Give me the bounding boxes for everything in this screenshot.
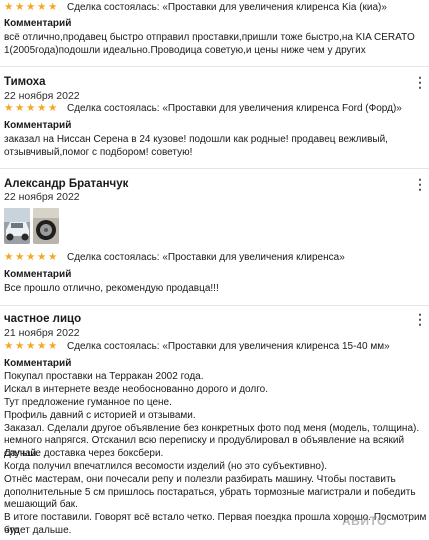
comment-title: Комментарий [4,269,72,280]
deal-text: Сделка состоялась: «Проставки для увелич… [67,251,345,263]
deal-line: ★ ★ ★ ★ ★ Сделка состоялась: «Проставки для … [4,102,402,114]
star-icon: ★ [37,1,47,13]
star-icon: ★ [48,340,58,352]
star-icon: ★ [48,102,58,114]
comment-title: Комментарий [4,18,72,29]
star-icon: ★ [4,340,14,352]
rating-stars: ★ ★ ★ ★ ★ [4,102,59,114]
comment-line: 1(2005года)подошли идеально.Прoводица со… [4,45,366,56]
rating-stars: ★ ★ ★ ★ ★ [4,340,59,352]
star-icon: ★ [4,1,14,13]
deal-line: ★ ★ ★ ★ ★ Сделка состоялась: «Проставки для … [4,340,390,352]
review-date: 22 ноября 2022 [4,90,80,102]
star-icon: ★ [37,251,47,263]
more-options-icon[interactable]: ⋮ [413,75,427,89]
comment-title: Комментарий [4,120,72,131]
star-icon: ★ [26,340,36,352]
comment-title: Комментарий [4,358,72,369]
star-icon: ★ [4,102,14,114]
comment-line: Покупал проставки на Терракан 2002 года. [4,371,204,382]
deal-text: Сделка состоялась: «Проставки для увелич… [67,1,387,13]
star-icon: ★ [15,102,25,114]
divider [0,168,429,169]
comment-line: заказал на Ниссан Серена в 24 кузове! по… [4,134,388,145]
comment-line: всё отлично,продавец быстро отправил про… [4,32,415,43]
comment-line: Профиль давний с историей и отзывами. [4,410,196,421]
star-icon: ★ [15,251,25,263]
comment-line: Дальше доставка через боксбери. [4,448,164,459]
review-photo[interactable] [4,208,30,244]
star-icon: ★ [15,340,25,352]
star-icon: ★ [48,251,58,263]
divider [0,305,429,306]
watermark-logo: АВИТО [342,514,387,528]
more-options-icon[interactable]: ⋮ [413,177,427,191]
review-author: Александр Братанчук [4,178,129,190]
review-author: Тимоха [4,76,46,88]
rating-stars: ★ ★ ★ ★ ★ [4,251,59,263]
comment-line: мешающий бак. [4,499,78,510]
star-icon: ★ [26,251,36,263]
star-icon: ★ [15,1,25,13]
star-icon: ★ [4,251,14,263]
comment-line: Когда получил впечатлился весомости изде… [4,461,328,472]
comment-line: Отнёс мастерам, они почесали репу и поле… [4,474,396,485]
star-icon: ★ [26,1,36,13]
divider [0,66,429,67]
comment-line: Все прошло отлично, рекомендую продавца!… [4,283,219,294]
deal-line: ★ ★ ★ ★ ★ Сделка состоялась: «Проставки для … [4,251,345,263]
star-icon: ★ [37,340,47,352]
more-options-icon[interactable]: ⋮ [413,312,427,326]
comment-line: будет дальше. [4,525,72,536]
photo-wheel-image [33,208,59,244]
comment-line: Искал в интернете везде необоснованно до… [4,384,268,395]
rating-stars: ★ ★ ★ ★ ★ [4,1,59,13]
star-icon: ★ [37,102,47,114]
deal-line: ★ ★ ★ ★ ★ Сделка состоялась: «Проставки для … [4,1,387,13]
review-date: 22 ноября 2022 [4,191,80,203]
star-icon: ★ [26,102,36,114]
comment-line: отзывчивый,помог с подбором! советую! [4,147,193,158]
photo-car-image [4,208,30,244]
star-icon: ★ [48,1,58,13]
review-photo[interactable] [33,208,59,244]
deal-text: Сделка состоялась: «Проставки для увелич… [67,102,402,114]
comment-line: Тут предложение гуманное по цене. [4,397,172,408]
review-author: частное лицо [4,313,82,325]
review-date: 21 ноября 2022 [4,327,80,339]
deal-text: Сделка состоялась: «Проставки для увелич… [67,340,390,352]
